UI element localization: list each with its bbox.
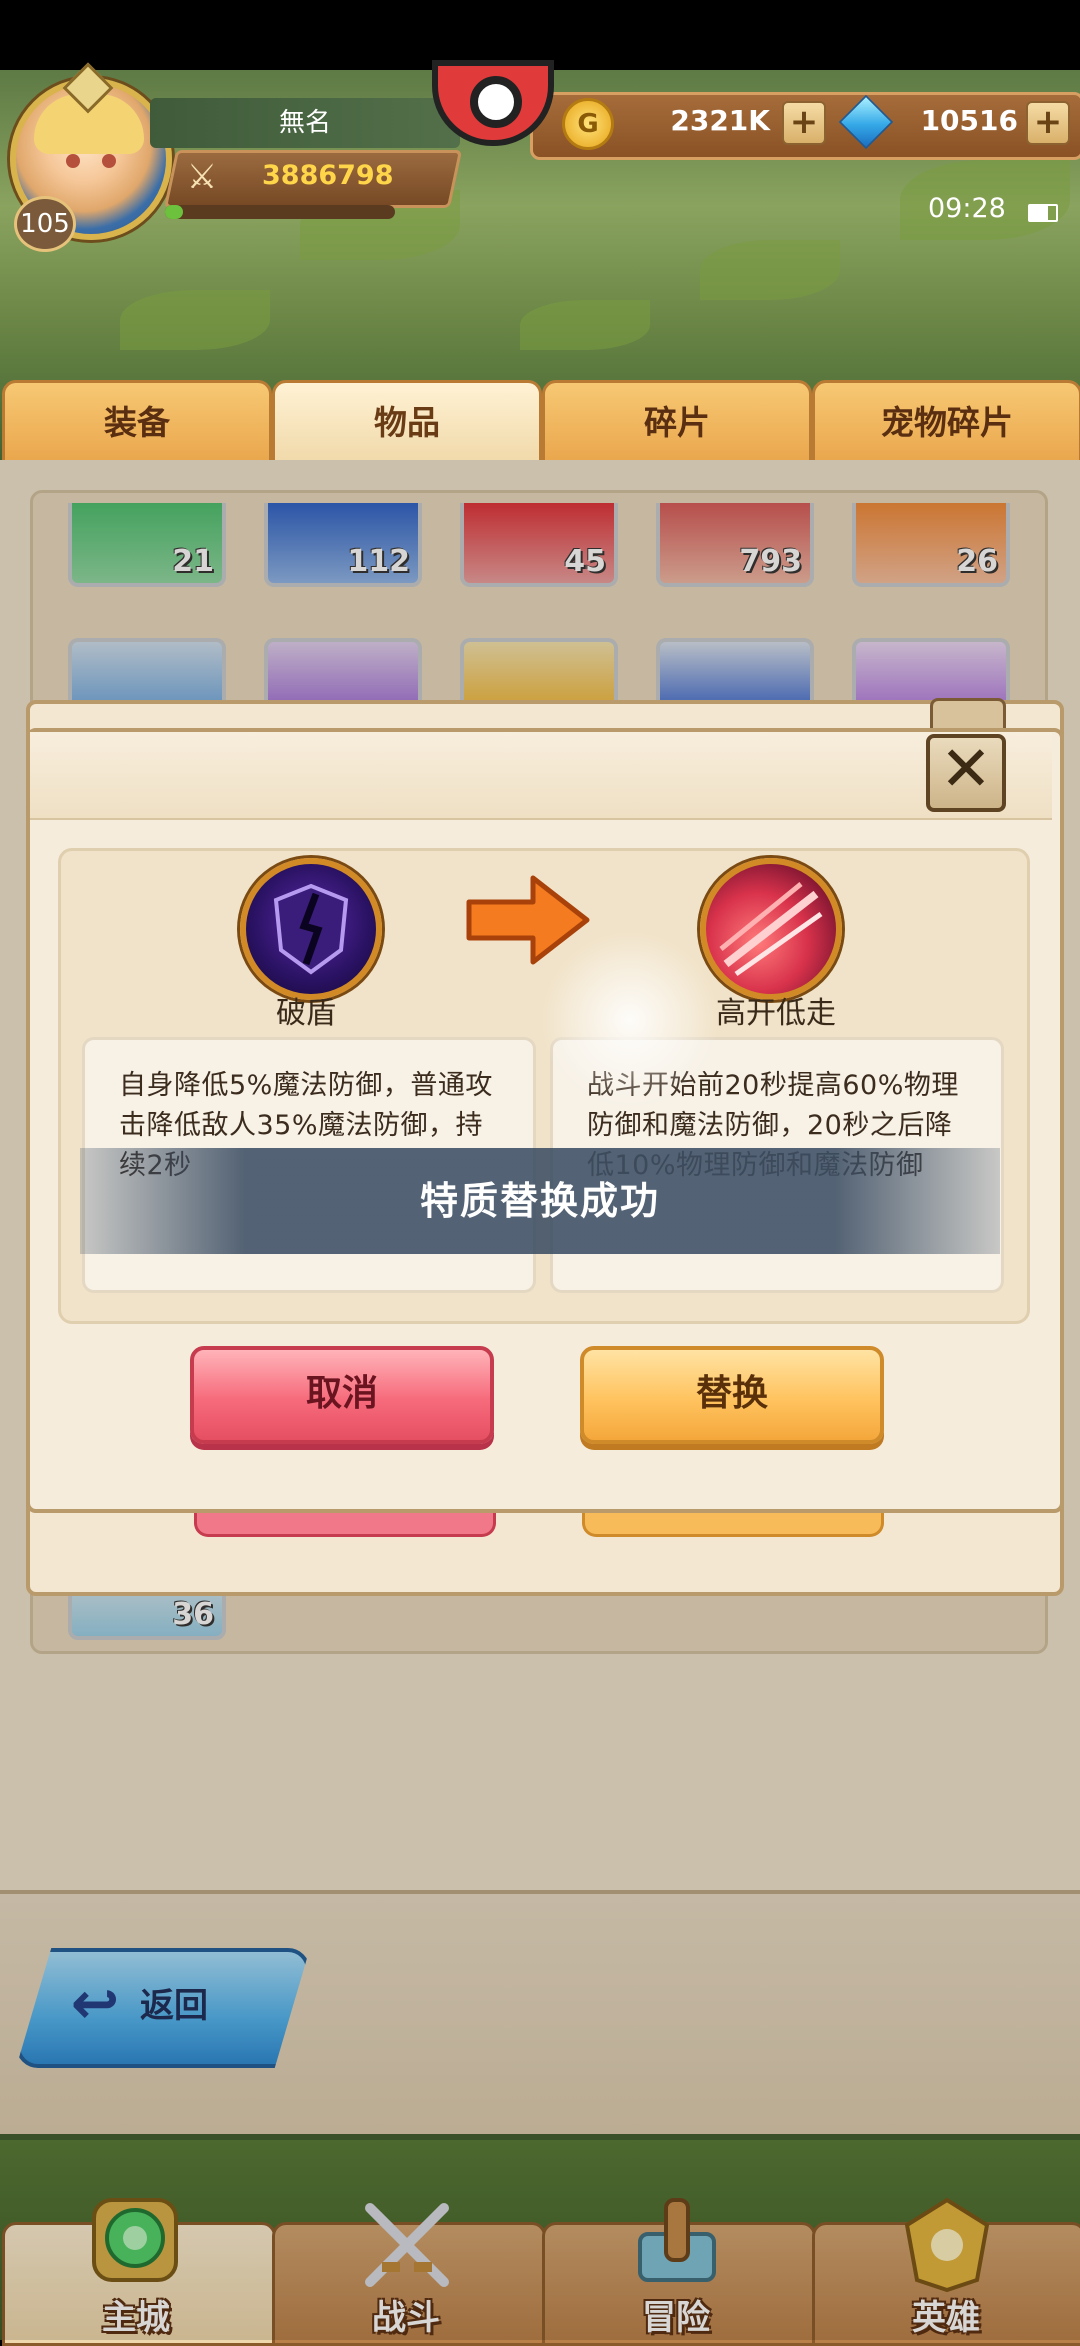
gem-amount: 10516: [920, 104, 1018, 137]
add-gold-button[interactable]: +: [782, 101, 826, 145]
cancel-button[interactable]: 取消: [190, 1346, 494, 1444]
close-icon[interactable]: ✕: [926, 734, 1006, 812]
add-gems-button[interactable]: +: [1026, 101, 1070, 145]
exp-bar: [165, 205, 395, 219]
tab-pet-fragments[interactable]: 宠物碎片: [812, 380, 1080, 468]
gold-amount: 2321K: [670, 104, 770, 137]
gold-coin-icon: G: [562, 98, 614, 150]
replace-button[interactable]: 替换: [580, 1346, 884, 1444]
dialog-header: [30, 732, 1052, 820]
clock: 09:28: [928, 193, 1006, 224]
sparkle-effect: [540, 930, 720, 1110]
battery-icon: [1028, 204, 1058, 222]
old-trait-name: 破盾: [276, 996, 336, 1031]
crossed-swords-icon: ⚔: [186, 157, 218, 197]
tab-fragments[interactable]: 碎片: [542, 380, 812, 468]
tab-items[interactable]: 物品: [272, 380, 542, 468]
power-value: 3886798: [262, 160, 394, 191]
high-low-skill-icon: [700, 858, 842, 1000]
success-toast: 特质替换成功: [80, 1148, 1000, 1254]
shield-break-skill-icon: [240, 858, 382, 1000]
player-name: 無名: [150, 98, 460, 148]
tab-equipment[interactable]: 装备: [2, 380, 272, 468]
player-level-badge: 105: [14, 196, 76, 252]
